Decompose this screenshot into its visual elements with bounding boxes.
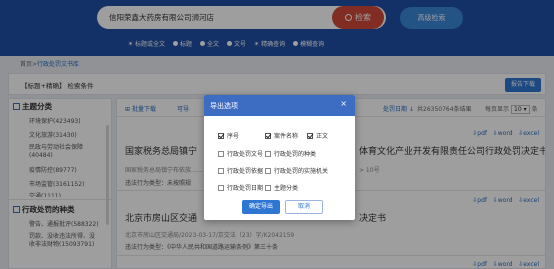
- checkbox-penalty-date[interactable]: 行政处罚日期: [218, 183, 263, 192]
- checkbox-penalty-type[interactable]: 行政处罚的种类: [265, 149, 316, 158]
- checkbox-icon: [218, 167, 224, 174]
- checkbox-serial[interactable]: 序号: [218, 131, 239, 140]
- checkbox-case-name[interactable]: 案件名称: [265, 131, 298, 140]
- export-options-dialog: 导出选项 × 序号 案件名称 正文 行政处罚文号 行政处罚的种类 行政处罚依据 …: [204, 95, 355, 220]
- checkbox-implementing-agency[interactable]: 行政处罚的实施机关: [265, 166, 328, 175]
- checkbox-icon: [265, 132, 271, 139]
- dialog-header: 导出选项 ×: [204, 95, 355, 116]
- dialog-title: 导出选项: [210, 102, 238, 110]
- checkbox-doc-number[interactable]: 行政处罚文号: [218, 149, 263, 158]
- checkbox-icon: [265, 150, 271, 157]
- checkbox-topic[interactable]: 主题分类: [265, 183, 298, 192]
- checkbox-penalty-basis[interactable]: 行政处罚依据: [218, 166, 263, 175]
- checkbox-icon: [265, 184, 271, 191]
- cancel-button[interactable]: 取消: [285, 200, 323, 214]
- confirm-export-button[interactable]: 确定导出: [242, 200, 280, 214]
- checkbox-icon: [218, 184, 224, 191]
- checkbox-icon: [307, 132, 313, 139]
- close-icon[interactable]: ×: [340, 100, 347, 108]
- checkbox-icon: [265, 167, 271, 174]
- checkbox-icon: [218, 150, 224, 157]
- checkbox-body[interactable]: 正文: [307, 131, 328, 140]
- checkbox-icon: [218, 132, 224, 139]
